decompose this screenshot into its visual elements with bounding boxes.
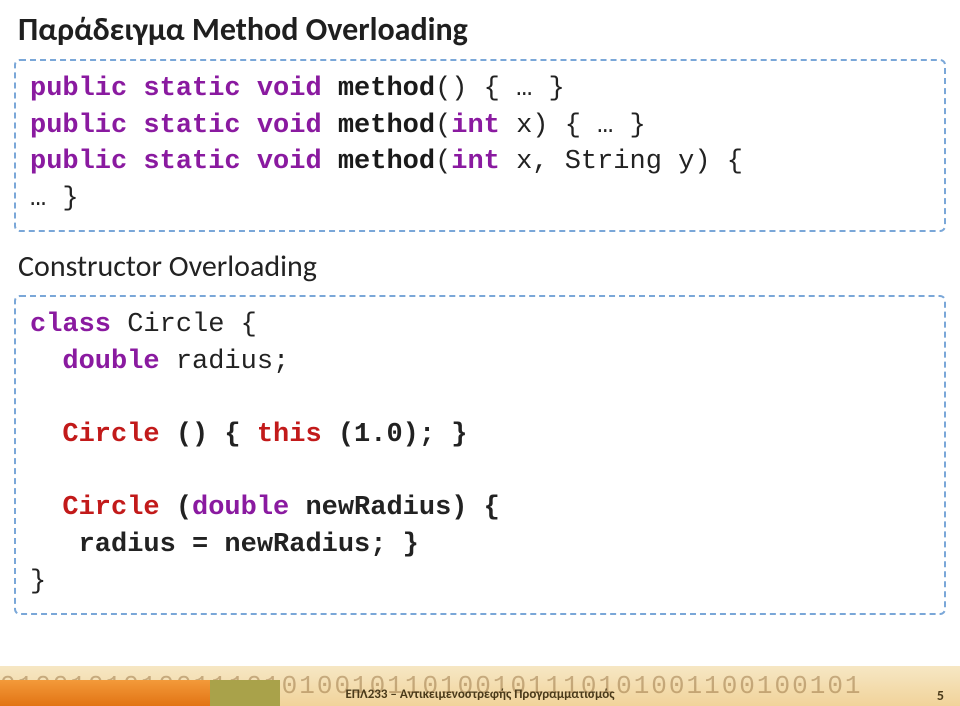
- keyword: public static void: [30, 111, 322, 141]
- method-name: method: [322, 111, 435, 141]
- keyword: double: [62, 347, 159, 377]
- keyword: public static void: [30, 147, 322, 177]
- code-block-constructor: class Circle { double radius; Circle () …: [14, 295, 946, 615]
- code-text: radius = newRadius; }: [79, 530, 419, 560]
- code-text: (: [160, 493, 192, 523]
- keyword: int: [451, 147, 500, 177]
- code-block-overloading: public static void method() { … } public…: [14, 59, 946, 232]
- code-text: x, String y) {: [500, 147, 743, 177]
- page-number: 5: [937, 687, 944, 704]
- constructor-name: Circle: [62, 420, 159, 450]
- keyword: class: [30, 310, 111, 340]
- code-text: Circle {: [111, 310, 257, 340]
- code-text: }: [30, 567, 46, 597]
- footer-course-text: ΕΠΛ233 – Αντικειμενοστρεφής Προγραμματισ…: [0, 684, 960, 706]
- section-label: Constructor Overloading: [0, 244, 960, 291]
- slide-footer: 0100101010011101010010110100101110101001…: [0, 666, 960, 706]
- code-text: () {: [160, 420, 257, 450]
- code-text: newRadius) {: [289, 493, 500, 523]
- indent: [30, 347, 62, 377]
- code-text: () { … }: [435, 74, 565, 104]
- code-text: x) { … }: [500, 111, 646, 141]
- code-text: (: [435, 111, 451, 141]
- constructor-name: Circle: [62, 493, 159, 523]
- indent: [30, 420, 62, 450]
- indent: [30, 493, 62, 523]
- method-name: method: [322, 147, 435, 177]
- keyword: int: [451, 111, 500, 141]
- code-text: (1.0); }: [322, 420, 468, 450]
- code-text: (: [435, 147, 451, 177]
- method-name: method: [322, 74, 435, 104]
- slide: Παράδειγμα Method Overloading public sta…: [0, 0, 960, 706]
- keyword: double: [192, 493, 289, 523]
- indent: [30, 530, 79, 560]
- keyword: public static void: [30, 74, 322, 104]
- code-text: radius;: [160, 347, 290, 377]
- this-keyword: this: [257, 420, 322, 450]
- slide-title: Παράδειγμα Method Overloading: [0, 0, 960, 55]
- code-text: … }: [30, 184, 79, 214]
